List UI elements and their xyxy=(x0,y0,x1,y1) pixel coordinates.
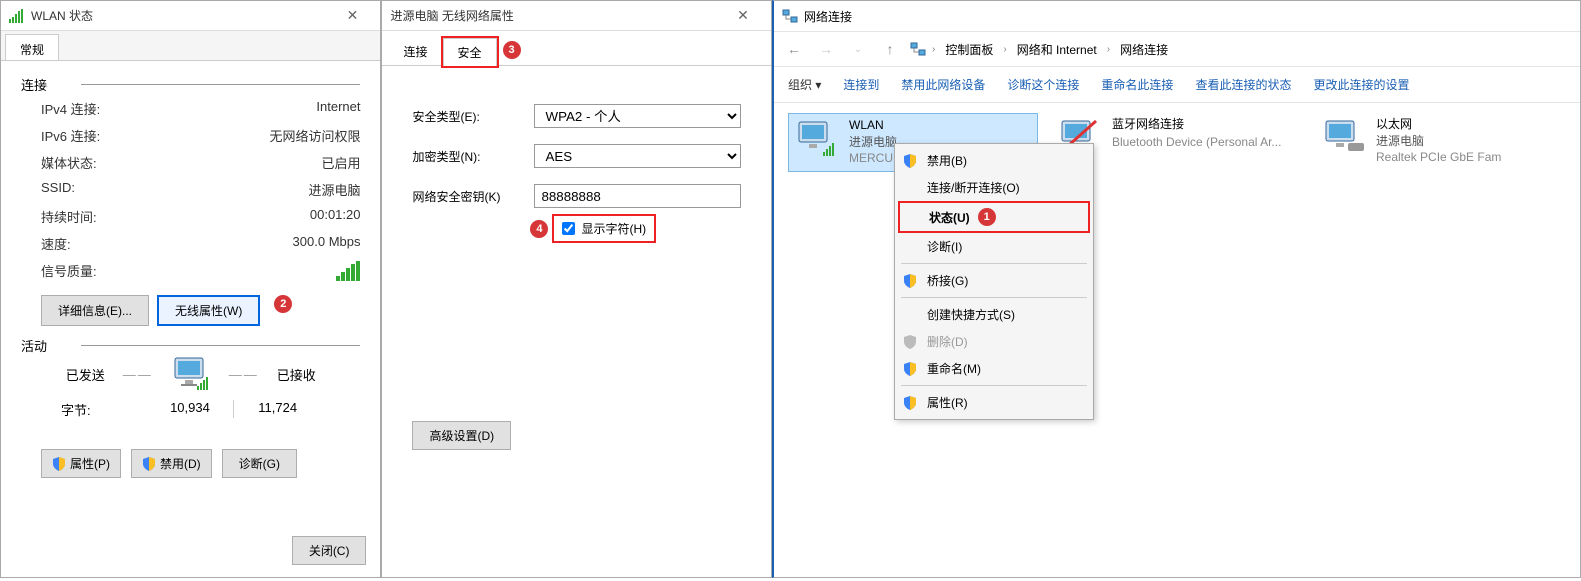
connection-ethernet[interactable]: 以太网 进源电脑 Realtek PCIe GbE Fam xyxy=(1316,113,1566,172)
close-button[interactable]: ✕ xyxy=(723,2,763,30)
wireless-properties-button[interactable]: 无线属性(W) xyxy=(157,295,260,326)
ctx-shortcut[interactable]: 创建快捷方式(S) xyxy=(895,301,1093,328)
annotation-badge-2: 2 xyxy=(274,295,292,313)
network-icon xyxy=(782,8,798,24)
tab-general[interactable]: 常规 xyxy=(5,34,59,60)
duration-value: 00:01:20 xyxy=(310,207,361,226)
ctx-connect[interactable]: 连接/断开连接(O) xyxy=(895,174,1093,201)
ipv6-value: 无网络访问权限 xyxy=(269,126,360,145)
shield-icon xyxy=(903,335,917,349)
window-title: WLAN 状态 xyxy=(31,7,332,24)
ctx-disable[interactable]: 禁用(B) xyxy=(895,147,1093,174)
annotation-badge-3: 3 xyxy=(503,41,521,59)
ctx-status[interactable]: 状态(U)1 xyxy=(898,201,1090,233)
shield-icon xyxy=(52,457,66,471)
breadcrumb[interactable]: › 控制面板› 网络和 Internet› 网络连接 xyxy=(910,39,1572,60)
recent-button[interactable]: ⌄ xyxy=(846,37,870,61)
ctx-delete[interactable]: 删除(D) xyxy=(895,328,1093,355)
annotation-badge-4: 4 xyxy=(530,220,548,238)
network-key-input[interactable] xyxy=(534,184,741,208)
forward-button[interactable]: → xyxy=(814,37,838,61)
show-characters-label: 显示字符(H) xyxy=(581,220,646,237)
duration-label: 持续时间: xyxy=(41,207,97,226)
window-title: 网络连接 xyxy=(804,8,852,25)
tab-connection[interactable]: 连接 xyxy=(388,37,442,65)
network-icon xyxy=(910,41,926,57)
ssid-label: SSID: xyxy=(41,180,75,199)
ctx-diagnose[interactable]: 诊断(I) xyxy=(895,233,1093,260)
sent-label: 已发送 xyxy=(66,365,105,384)
network-key-label: 网络安全密钥(K) xyxy=(412,188,522,205)
bytes-label: 字节: xyxy=(61,400,147,419)
signal-icon xyxy=(9,9,25,23)
up-button[interactable]: ↑ xyxy=(878,37,902,61)
shield-icon xyxy=(903,362,917,376)
signal-quality-bars xyxy=(336,261,360,281)
encryption-type-label: 加密类型(N): xyxy=(412,148,522,165)
close-dialog-button[interactable]: 关闭(C) xyxy=(292,536,367,565)
disable-button[interactable]: 禁用(D) xyxy=(131,449,212,478)
toolbar-disable[interactable]: 禁用此网络设备 xyxy=(901,76,985,93)
back-button[interactable]: ← xyxy=(782,37,806,61)
toolbar: 组织 ▾ 连接到 禁用此网络设备 诊断这个连接 重命名此连接 查看此连接的状态 … xyxy=(774,67,1580,103)
ethernet-adapter-icon xyxy=(1320,117,1368,157)
toolbar-status[interactable]: 查看此连接的状态 xyxy=(1195,76,1291,93)
shield-icon xyxy=(142,457,156,471)
shield-icon xyxy=(903,274,917,288)
conn-name: 蓝牙网络连接 xyxy=(1112,117,1281,133)
wlan-adapter-icon xyxy=(793,118,841,158)
conn-name: WLAN xyxy=(849,118,909,134)
organize-menu[interactable]: 组织 ▾ xyxy=(788,76,821,93)
advanced-settings-button[interactable]: 高级设置(D) xyxy=(412,421,511,450)
encryption-type-select[interactable]: AES xyxy=(534,144,741,168)
conn-adapter: Realtek PCIe GbE Fam xyxy=(1376,150,1501,166)
wireless-props-titlebar: 进源电脑 无线网络属性 ✕ xyxy=(382,1,771,31)
toolbar-rename[interactable]: 重命名此连接 xyxy=(1101,76,1173,93)
ctx-rename[interactable]: 重命名(M) xyxy=(895,355,1093,382)
conn-name: 以太网 xyxy=(1376,117,1501,133)
explorer-titlebar: 网络连接 xyxy=(774,1,1580,31)
media-label: 媒体状态: xyxy=(41,153,97,172)
properties-button[interactable]: 属性(P) xyxy=(41,449,121,478)
context-menu: 禁用(B) 连接/断开连接(O) 状态(U)1 诊断(I) 桥接(G) 创建快捷… xyxy=(894,143,1094,420)
conn-sub: 进源电脑 xyxy=(1376,134,1501,150)
bytes-sent: 10,934 xyxy=(147,400,233,419)
dash: —— xyxy=(123,367,153,382)
diagnose-button[interactable]: 诊断(G) xyxy=(222,449,297,478)
shield-icon xyxy=(903,396,917,410)
monitor-icon xyxy=(171,356,211,392)
breadcrumb-item[interactable]: 网络连接 xyxy=(1116,39,1172,60)
window-title: 进源电脑 无线网络属性 xyxy=(390,7,723,24)
show-characters-checkbox[interactable] xyxy=(562,222,575,235)
toolbar-diagnose[interactable]: 诊断这个连接 xyxy=(1007,76,1079,93)
wlan-status-titlebar: WLAN 状态 ✕ xyxy=(1,1,380,31)
security-type-label: 安全类型(E): xyxy=(412,108,522,125)
ctx-properties[interactable]: 属性(R) xyxy=(895,389,1093,416)
toolbar-connect[interactable]: 连接到 xyxy=(843,76,879,93)
conn-adapter: Bluetooth Device (Personal Ar... xyxy=(1112,135,1281,151)
breadcrumb-item[interactable]: 网络和 Internet xyxy=(1013,39,1101,60)
media-value: 已启用 xyxy=(321,153,360,172)
ctx-bridge[interactable]: 桥接(G) xyxy=(895,267,1093,294)
ipv4-value: Internet xyxy=(316,99,360,118)
speed-value: 300.0 Mbps xyxy=(293,234,361,253)
toolbar-change[interactable]: 更改此连接的设置 xyxy=(1313,76,1409,93)
speed-label: 速度: xyxy=(41,234,71,253)
details-button[interactable]: 详细信息(E)... xyxy=(41,295,149,326)
bytes-received: 11,724 xyxy=(235,400,321,419)
ssid-value: 进源电脑 xyxy=(308,180,360,199)
dash: —— xyxy=(229,367,259,382)
ipv6-label: IPv6 连接: xyxy=(41,126,100,145)
ipv4-label: IPv4 连接: xyxy=(41,99,100,118)
security-type-select[interactable]: WPA2 - 个人 xyxy=(534,104,741,128)
received-label: 已接收 xyxy=(277,365,316,384)
tab-security[interactable]: 安全 xyxy=(443,38,497,66)
signal-label: 信号质量: xyxy=(41,261,97,281)
breadcrumb-item[interactable]: 控制面板 xyxy=(941,39,997,60)
close-button[interactable]: ✕ xyxy=(332,2,372,30)
shield-icon xyxy=(903,154,917,168)
annotation-badge-1: 1 xyxy=(978,208,996,226)
